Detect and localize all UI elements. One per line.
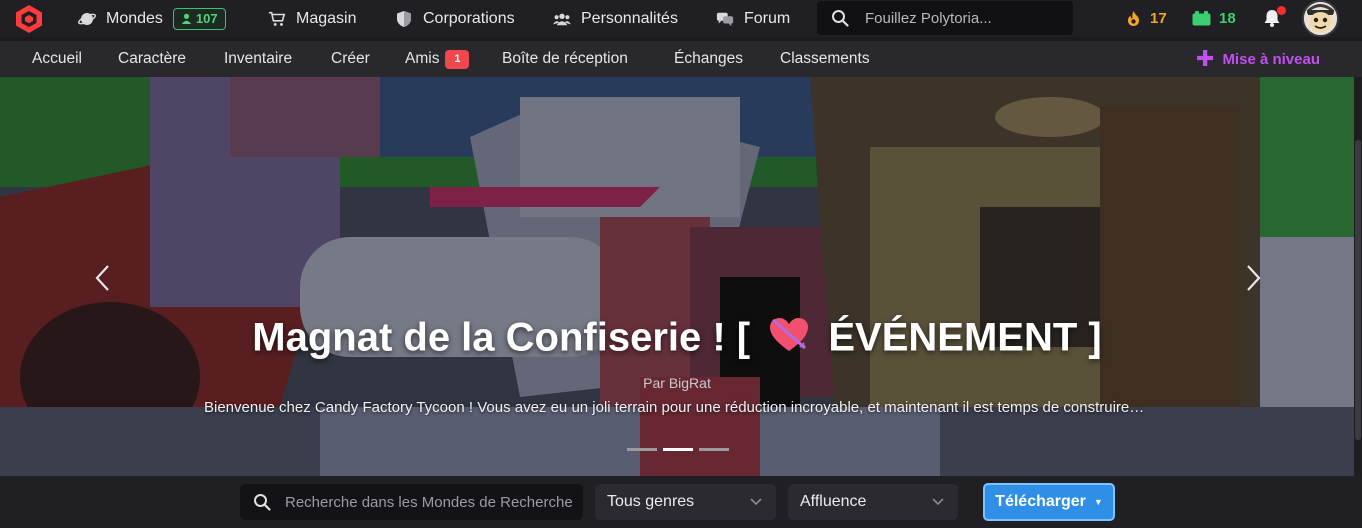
cart-icon	[268, 10, 286, 28]
online-count-badge: 107	[172, 7, 226, 30]
avatar-face-icon	[1304, 2, 1337, 35]
global-search-input[interactable]	[865, 9, 1055, 27]
featured-world-title[interactable]: Magnat de la Confiserie ! [ ÉVÉNEMENT ]	[0, 315, 1354, 365]
carousel-indicators	[627, 448, 729, 451]
upgrade-button[interactable]: ✚ Mise à niveau	[1196, 41, 1320, 77]
nav-personalities[interactable]: Personnalités	[553, 0, 678, 37]
nav-worlds-label: Mondes	[106, 9, 163, 27]
nav-store-label: Magasin	[296, 9, 357, 27]
sort-select[interactable]: Affluence	[788, 484, 958, 520]
genre-select-value: Tous genres	[607, 493, 695, 510]
subnav-leaderboard[interactable]: Classements	[780, 41, 870, 77]
carousel-dot-1[interactable]	[627, 448, 657, 451]
subnav-inventory[interactable]: Inventaire	[224, 41, 292, 77]
nav-store[interactable]: Magasin	[268, 0, 356, 37]
secondary-navbar: Accueil Caractère Inventaire Créer Amis …	[0, 41, 1362, 77]
download-label: Télécharger	[995, 493, 1086, 510]
carousel-dot-3[interactable]	[699, 448, 729, 451]
world-search-input[interactable]	[285, 493, 575, 511]
hero-title-end: ÉVÉNEMENT ]	[828, 315, 1102, 360]
carousel-dot-2[interactable]	[663, 448, 693, 451]
nav-worlds[interactable]: Mondes 107	[78, 0, 226, 37]
world-search[interactable]	[240, 484, 583, 520]
genre-select[interactable]: Tous genres	[595, 484, 776, 520]
page-scrollbar-thumb[interactable]	[1355, 140, 1361, 440]
nav-corporations-label: Corporations	[423, 9, 515, 27]
download-button[interactable]: Télécharger ▼	[983, 483, 1115, 521]
nav-corporations[interactable]: Corporations	[395, 0, 515, 37]
polytoria-logo[interactable]	[14, 4, 44, 34]
friends-count-badge: 1	[445, 49, 470, 69]
heart-arrow-icon	[767, 315, 811, 365]
caret-down-icon: ▼	[1093, 497, 1103, 507]
global-search[interactable]	[817, 1, 1073, 35]
planet-icon	[78, 10, 96, 28]
nav-personalities-label: Personnalités	[581, 9, 678, 27]
flame-icon	[1128, 11, 1139, 26]
carousel-prev-arrow[interactable]	[92, 263, 114, 293]
featured-carousel[interactable]: Magnat de la Confiserie ! [ ÉVÉNEMENT ] …	[0, 77, 1354, 476]
brick-icon	[1192, 11, 1211, 26]
chevron-down-icon	[750, 498, 762, 506]
world-filter-bar: Tous genres Affluence Télécharger ▼	[0, 476, 1362, 528]
subnav-friends-label: Amis	[405, 50, 440, 67]
notification-dot	[1277, 6, 1286, 15]
top-navbar: Mondes 107 Magasin Corporations Personna…	[0, 0, 1362, 37]
subnav-character[interactable]: Caractère	[118, 41, 186, 77]
shield-icon	[395, 10, 413, 28]
subnav-friends[interactable]: Amis 1	[405, 41, 470, 77]
user-icon	[181, 13, 192, 24]
stars-balance[interactable]: 17	[1126, 0, 1167, 37]
nav-forum[interactable]: Forum	[716, 0, 790, 37]
hero-title-start: Magnat de la Confiserie ! [	[252, 315, 751, 360]
subnav-inbox[interactable]: Boîte de réception	[502, 41, 628, 77]
plus-icon: ✚	[1196, 46, 1215, 71]
sort-select-value: Affluence	[800, 493, 867, 510]
featured-world-description: Bienvenue chez Candy Factory Tycoon ! Vo…	[204, 399, 1148, 416]
subnav-create[interactable]: Créer	[331, 41, 370, 77]
hero-overlay	[0, 77, 1354, 476]
featured-world-author[interactable]: Par BigRat	[0, 375, 1354, 391]
search-icon	[831, 9, 849, 27]
bricks-balance[interactable]: 18	[1192, 0, 1236, 37]
users-icon	[553, 10, 571, 28]
avatar[interactable]	[1302, 0, 1339, 37]
chevron-down-icon	[932, 498, 944, 506]
subnav-trades[interactable]: Échanges	[674, 41, 743, 77]
subnav-home[interactable]: Accueil	[32, 41, 82, 77]
nav-forum-label: Forum	[744, 9, 791, 27]
chat-icon	[716, 10, 734, 28]
search-icon	[253, 493, 271, 511]
upgrade-label: Mise à niveau	[1222, 50, 1320, 68]
carousel-next-arrow[interactable]	[1242, 263, 1264, 293]
